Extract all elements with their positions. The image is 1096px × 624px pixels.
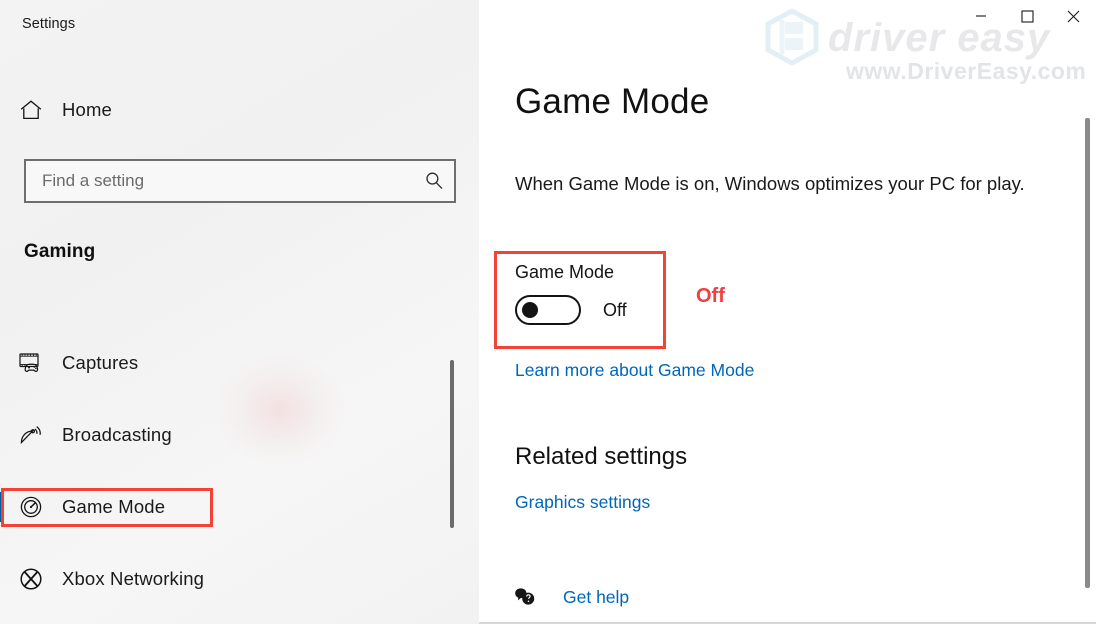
window-title: Settings	[22, 16, 76, 32]
window-controls	[958, 0, 1096, 32]
broadcasting-icon	[18, 422, 62, 448]
sidebar-item-home[interactable]: Home	[0, 88, 455, 132]
main-content: driver easy www.DriverEasy.com Game Mode…	[479, 0, 1096, 624]
captures-icon	[18, 351, 62, 375]
sidebar-item-broadcasting[interactable]: Broadcasting	[0, 413, 455, 457]
search-input[interactable]	[40, 160, 414, 202]
sidebar-item-captures[interactable]: Captures	[0, 341, 455, 385]
learn-more-link[interactable]: Learn more about Game Mode	[515, 360, 754, 381]
get-help-row[interactable]: Get help	[513, 586, 629, 608]
game-mode-toggle-row: Off	[515, 295, 627, 325]
sidebar-category-title: Gaming	[24, 241, 96, 262]
sidebar-item-xbox-networking[interactable]: Xbox Networking	[0, 557, 455, 601]
home-icon	[18, 97, 62, 123]
game-mode-toggle[interactable]	[515, 295, 581, 325]
game-mode-setting: Game Mode Off	[515, 262, 627, 325]
sidebar-item-label: Game Mode	[62, 496, 166, 517]
related-settings-heading: Related settings	[515, 443, 688, 470]
sidebar-item-label: Captures	[62, 352, 139, 373]
sidebar-item-label: Xbox Networking	[62, 568, 205, 589]
page-description: When Game Mode is on, Windows optimizes …	[515, 173, 1025, 194]
maximize-icon[interactable]	[1004, 0, 1050, 32]
close-icon[interactable]	[1050, 0, 1096, 32]
graphics-settings-link[interactable]: Graphics settings	[515, 492, 650, 513]
search-box[interactable]	[24, 159, 456, 203]
annotation-off-callout: Off	[696, 285, 725, 307]
sidebar: Settings Home Gaming	[0, 0, 479, 624]
sidebar-item-label: Home	[62, 99, 112, 120]
sidebar-item-label: Broadcasting	[62, 424, 172, 445]
sidebar-scrollbar-thumb[interactable]	[450, 360, 454, 528]
sidebar-item-game-mode[interactable]: Game Mode	[0, 485, 455, 529]
game-mode-toggle-state: Off	[603, 299, 627, 320]
game-mode-toggle-label: Game Mode	[515, 262, 615, 282]
content-scrollbar-thumb[interactable]	[1085, 118, 1090, 588]
get-help-link[interactable]: Get help	[563, 587, 629, 608]
page-title: Game Mode	[515, 82, 710, 121]
sidebar-scrollbar[interactable]	[450, 0, 467, 624]
game-mode-icon	[18, 494, 62, 520]
toggle-knob	[522, 302, 538, 318]
help-chat-icon	[513, 586, 541, 608]
settings-window: Settings Home Gaming	[0, 0, 1096, 624]
svg-text:www.DriverEasy.com: www.DriverEasy.com	[845, 58, 1086, 84]
search-icon[interactable]	[414, 170, 454, 192]
minimize-icon[interactable]	[958, 0, 1004, 32]
xbox-icon	[18, 566, 62, 592]
